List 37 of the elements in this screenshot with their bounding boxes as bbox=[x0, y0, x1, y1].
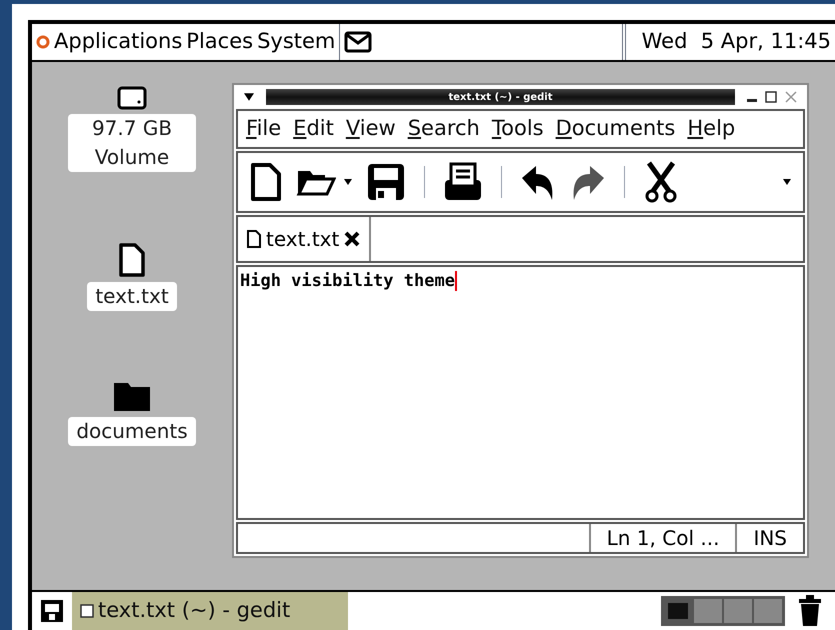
desktop-icon-label[interactable]: text.txt bbox=[87, 282, 177, 311]
menu-item[interactable]: File bbox=[246, 113, 282, 145]
insert-mode: INS bbox=[752, 525, 788, 552]
caret-icon[interactable] bbox=[344, 179, 352, 185]
document-icon[interactable] bbox=[118, 242, 146, 278]
text-area[interactable]: High visibility theme bbox=[236, 265, 805, 520]
panel-menu[interactable]: System bbox=[257, 26, 336, 58]
panel-menu[interactable]: Places bbox=[186, 26, 254, 58]
clock[interactable]: Wed 5 Apr, 11:45 bbox=[626, 24, 835, 60]
folder-icon[interactable] bbox=[112, 381, 152, 413]
document-icon bbox=[246, 229, 262, 249]
drive-icon[interactable] bbox=[117, 86, 147, 110]
editor-text: High visibility theme bbox=[240, 271, 457, 291]
document-icon bbox=[80, 604, 94, 618]
close-icon[interactable] bbox=[343, 230, 362, 248]
desktop-icon-label[interactable]: documents bbox=[68, 417, 196, 446]
menu-item[interactable]: Edit bbox=[293, 113, 334, 145]
logo-icon bbox=[36, 35, 50, 49]
menu-item[interactable]: Tools bbox=[492, 113, 544, 145]
trash-icon[interactable] bbox=[797, 594, 823, 628]
envelope-icon[interactable] bbox=[344, 31, 372, 53]
menu-item[interactable]: Help bbox=[687, 113, 736, 145]
window-menu-caret-icon[interactable] bbox=[244, 93, 254, 101]
panel-menu[interactable]: Applications bbox=[54, 26, 182, 58]
menu-item[interactable]: Search bbox=[408, 113, 480, 145]
menu-item[interactable]: Documents bbox=[556, 113, 676, 145]
maximize-icon[interactable] bbox=[765, 91, 777, 103]
printer-icon[interactable] bbox=[443, 162, 483, 202]
scissors-icon[interactable] bbox=[643, 161, 679, 203]
overflow-caret-icon[interactable] bbox=[783, 179, 791, 185]
menu-item[interactable]: View bbox=[346, 113, 396, 145]
window-title: text.txt (~) - gedit bbox=[448, 90, 553, 104]
desktop-icon-label[interactable]: 97.7 GB Volume bbox=[68, 114, 196, 172]
task-button[interactable]: text.txt (~) - gedit bbox=[72, 592, 348, 630]
cursor-position: Ln 1, Col ... bbox=[590, 524, 738, 552]
show-desktop-icon[interactable] bbox=[40, 599, 64, 623]
new-document-icon[interactable] bbox=[250, 162, 282, 202]
